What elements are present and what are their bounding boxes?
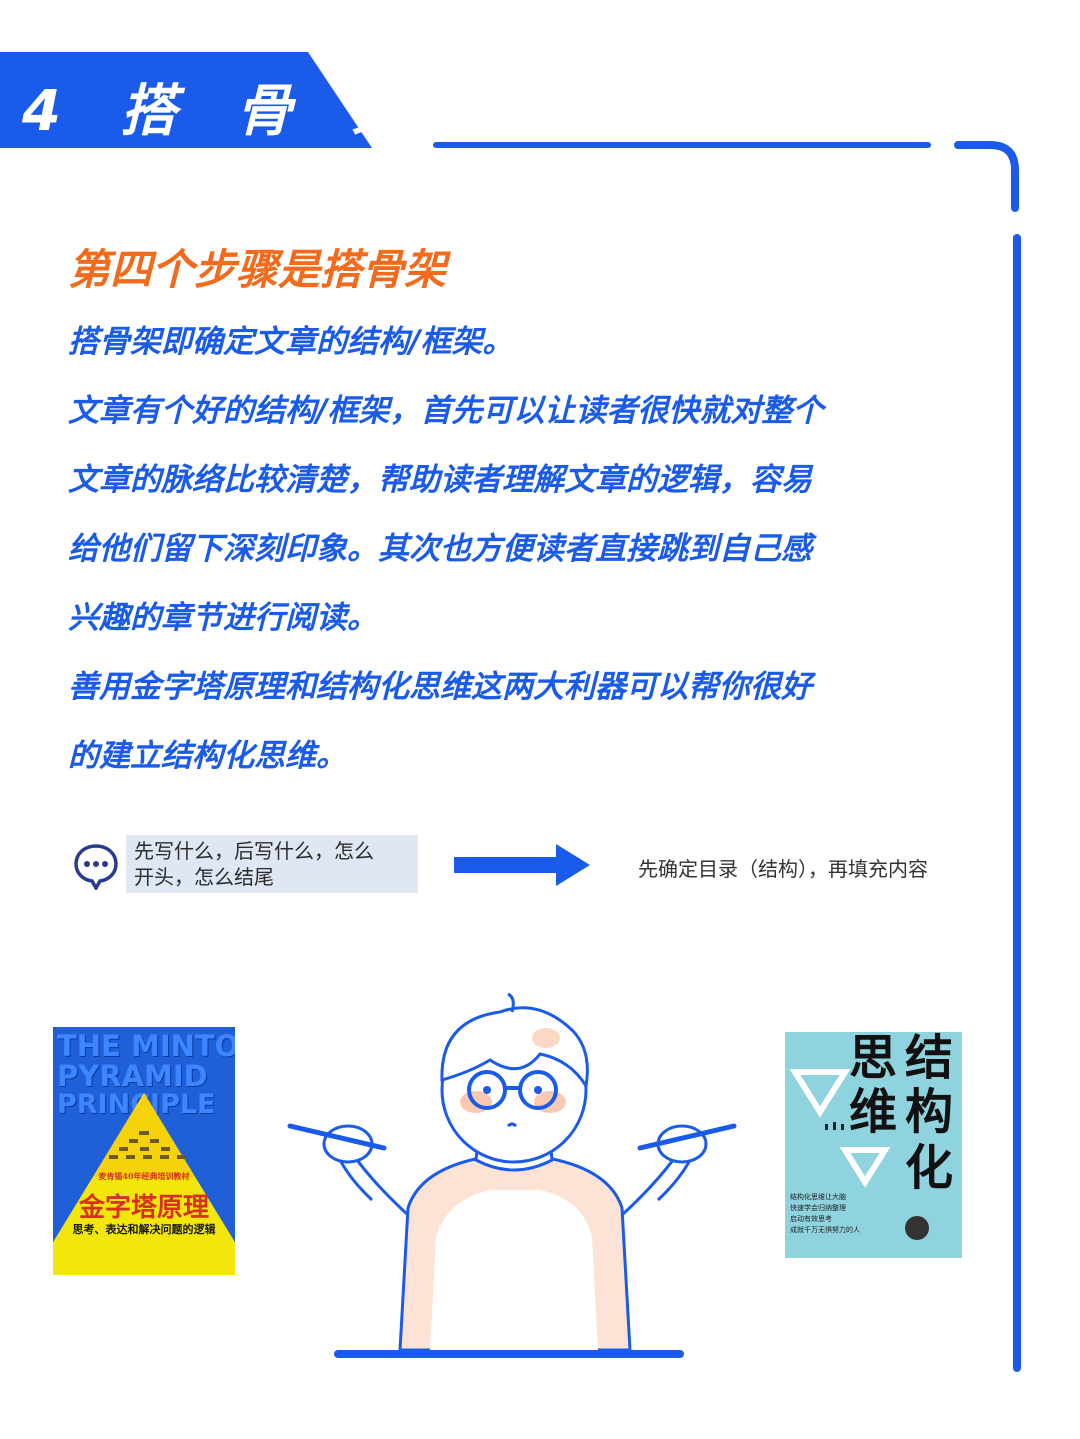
book-title-char: 化	[905, 1140, 954, 1196]
book-title-char: 维	[849, 1084, 898, 1140]
book-title-char: 思	[849, 1032, 898, 1086]
paragraph-line: 文章的脉络比较清楚，帮助读者理解文章的逻辑，容易	[68, 462, 812, 498]
section-paragraph: 搭骨架即确定文章的结构/框架。 文章有个好的结构/框架，首先可以让读者很快就对整…	[68, 316, 948, 799]
book-cover-minto-pyramid: THE MINTO PYRAMID PRINCIPLE 麦肯锡40年经典培训教材…	[53, 1027, 235, 1275]
book-blurb: 结构化思维让大脑 快速学会归纳整理 启动有效思考 成就千万无惧努力的人	[790, 1192, 870, 1236]
book-blurb-line: 结构化思维让大脑	[790, 1193, 846, 1201]
answer-text: 先确定目录（结构），再填充内容	[638, 857, 928, 881]
book-title-char: 结	[905, 1032, 954, 1086]
book-blurb-line: 启动有效思考	[790, 1215, 832, 1223]
paragraph-line: 搭骨架即确定文章的结构/框架。	[68, 324, 514, 360]
paragraph-line: 给他们留下深刻印象。其次也方便读者直接跳到自己感	[68, 531, 812, 567]
question-line: 先写什么，后写什么，怎么	[134, 839, 374, 863]
paragraph-line: 兴趣的章节进行阅读。	[68, 600, 378, 636]
book-title-cn: 金字塔原理	[78, 1193, 209, 1223]
section-heading: 第四个步骤是搭骨架	[68, 245, 447, 294]
question-box: 先写什么，后写什么，怎么 开头，怎么结尾	[126, 835, 418, 893]
chat-bubble-icon	[74, 844, 118, 890]
section-badge-label: 4 搭 骨 架	[22, 79, 428, 144]
right-arrow-icon	[454, 844, 590, 886]
book-cover-structured-thinking: 结 构 化 思 维 结构化思维让大脑 快速学会归纳整理 启动有效思考 成就千万无…	[785, 1032, 962, 1258]
paragraph-line: 的建立结构化思维。	[68, 738, 347, 774]
book-subtitle-cn: 思考、表达和解决问题的逻辑	[72, 1223, 216, 1236]
pyramid-graphic	[53, 1093, 235, 1275]
book-tagline: 麦肯锡40年经典培训教材	[98, 1171, 190, 1181]
book-title-char: 构	[905, 1084, 954, 1140]
book-blurb-line: 快速学会归纳整理	[790, 1204, 846, 1212]
question-line: 开头，怎么结尾	[134, 865, 274, 889]
paragraph-line: 文章有个好的结构/框架，首先可以让读者很快就对整个	[68, 393, 824, 429]
person-illustration	[287, 992, 737, 1358]
paragraph-line: 善用金字塔原理和结构化思维这两大利器可以帮你很好	[68, 669, 812, 705]
book-blurb-line: 成就千万无惧努力的人	[790, 1226, 860, 1234]
